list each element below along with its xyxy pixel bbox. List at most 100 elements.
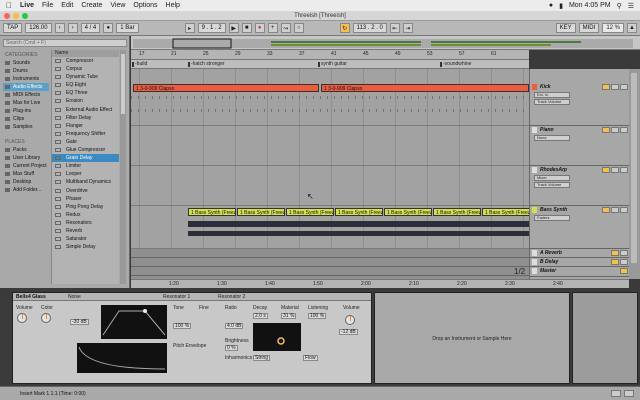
- scroll-thumb[interactable]: [121, 54, 125, 114]
- browser-item[interactable]: Dynamic Tube: [52, 73, 119, 81]
- solo-button[interactable]: [620, 250, 628, 256]
- play-icon[interactable]: ▶: [228, 23, 239, 33]
- activator-button[interactable]: [602, 84, 610, 90]
- ratio-value[interactable]: 4.0 dB: [225, 323, 244, 329]
- place-desktop[interactable]: Desktop: [3, 178, 49, 186]
- input-type-dropdown[interactable]: Mixer: [534, 175, 570, 181]
- status-toggle-icon-2[interactable]: [624, 390, 634, 397]
- track-color-swatch[interactable]: [532, 259, 537, 265]
- brightness-value[interactable]: 0 %: [225, 345, 238, 351]
- nudge-down-icon[interactable]: ‹: [54, 23, 65, 33]
- activator-button[interactable]: [611, 259, 619, 265]
- menu-list-icon[interactable]: ☰: [628, 2, 634, 10]
- browser-item[interactable]: Phaser: [52, 195, 119, 203]
- category-clips[interactable]: Clips: [3, 115, 49, 123]
- midi-map-button[interactable]: MIDI: [578, 23, 600, 33]
- browser-item[interactable]: Erosion: [52, 97, 119, 105]
- device-chain-mixer[interactable]: [572, 292, 638, 384]
- automation-dropdown[interactable]: Track Volume: [534, 99, 570, 105]
- key-map-button[interactable]: KEY: [555, 23, 576, 33]
- place-user-library[interactable]: User Library: [3, 154, 49, 162]
- track-color-swatch[interactable]: [532, 167, 537, 173]
- menu-file[interactable]: File: [42, 2, 53, 9]
- arrangement-lanes[interactable]: 1 3-0-909 Clapso 1 3-0-909 Clapso 1 Bass…: [131, 69, 529, 267]
- nudge-up-icon[interactable]: ›: [67, 23, 78, 33]
- device-title[interactable]: Bells4 Glass: [16, 294, 46, 300]
- bass-clip[interactable]: 1 Bass Synth (Freeze): [188, 208, 236, 216]
- browser-item[interactable]: EQ Eight: [52, 81, 119, 89]
- arm-button[interactable]: [620, 167, 628, 173]
- activator-button[interactable]: [602, 167, 610, 173]
- file-list-header[interactable]: Name: [52, 50, 119, 57]
- locator-lane[interactable]: -build -hatch stronger synth guitar -soundw…: [131, 60, 529, 69]
- place-current-project[interactable]: Current Project: [3, 162, 49, 170]
- place-packs[interactable]: Packs: [3, 146, 49, 154]
- punch-in-icon[interactable]: ⇤: [389, 23, 400, 33]
- return-lanes[interactable]: [131, 249, 529, 279]
- instrument-drop-zone[interactable]: Drop an Instrument or Sample Here: [374, 292, 570, 384]
- menu-help[interactable]: Help: [166, 2, 180, 9]
- listening-value[interactable]: 100 %: [308, 313, 327, 319]
- browser-item[interactable]: Overdrive: [52, 187, 119, 195]
- position-field[interactable]: 9 . 1 . 2: [197, 23, 226, 33]
- track-header-b-delay[interactable]: B Delay: [530, 258, 630, 267]
- locator-marker[interactable]: -build: [131, 61, 147, 67]
- track-color-swatch[interactable]: [532, 127, 537, 133]
- track-name[interactable]: B Delay: [540, 259, 558, 265]
- category-midi-effects[interactable]: MIDI Effects: [3, 91, 49, 99]
- arm-button[interactable]: [620, 207, 628, 213]
- track-color-swatch[interactable]: [532, 250, 537, 256]
- menu-clock[interactable]: Mon 4:05 PM: [569, 2, 611, 9]
- bass-clip[interactable]: 1 Bass Synth (Freeze): [482, 208, 529, 216]
- track-header-a-reverb[interactable]: A Reverb: [530, 249, 630, 258]
- track-name[interactable]: RhodesArp: [540, 167, 567, 173]
- activator-button[interactable]: [602, 207, 610, 213]
- browser-item[interactable]: Saturator: [52, 235, 119, 243]
- track-header-piano[interactable]: Piano None: [530, 126, 630, 166]
- lane-rhodesarp[interactable]: [131, 166, 529, 206]
- loop-icon[interactable]: ↻: [339, 23, 350, 33]
- menu-app-name[interactable]: Live: [20, 2, 34, 9]
- input-type-dropdown[interactable]: Faders: [534, 215, 570, 221]
- menu-create[interactable]: Create: [81, 2, 102, 9]
- drum-clip[interactable]: 1 3-0-909 Clapso: [133, 84, 319, 92]
- locator-marker[interactable]: -hatch stronger: [188, 61, 225, 67]
- beat-ruler[interactable]: 17 21 25 29 33 37 41 45 49 53 57 61: [131, 50, 529, 60]
- track-color-swatch[interactable]: [532, 84, 537, 90]
- bass-clip[interactable]: 1 Bass Synth (Freeze): [237, 208, 285, 216]
- status-toggle-icon[interactable]: [611, 390, 621, 397]
- bass-clip[interactable]: 1 Bass Synth (Freeze): [286, 208, 334, 216]
- track-color-swatch[interactable]: [532, 207, 537, 213]
- stop-icon[interactable]: ■: [241, 23, 252, 33]
- page-fraction[interactable]: 1/2: [514, 267, 525, 276]
- category-samples[interactable]: Samples: [3, 123, 49, 131]
- category-max-for-live[interactable]: Max for Live: [3, 99, 49, 107]
- minimize-window-button[interactable]: [13, 13, 19, 19]
- browser-item[interactable]: External Audio Effect: [52, 106, 119, 114]
- instrument-device[interactable]: Bells4 Glass Noise Resonator 1 Resonator…: [12, 292, 372, 384]
- arm-button[interactable]: [620, 127, 628, 133]
- browser-item[interactable]: Corpus: [52, 65, 119, 73]
- zoom-window-button[interactable]: [22, 13, 28, 19]
- decay-value[interactable]: 2.0 s: [253, 313, 268, 319]
- browser-item[interactable]: Gate: [52, 138, 119, 146]
- solo-button[interactable]: [611, 207, 619, 213]
- browser-item[interactable]: Simple Delay: [52, 243, 119, 251]
- place-add-folder[interactable]: Add Folder...: [3, 186, 49, 194]
- browser-item[interactable]: Resonators: [52, 219, 119, 227]
- noise-envelope-display[interactable]: [101, 305, 167, 339]
- battery-icon[interactable]: ▮: [559, 2, 563, 10]
- color-knob[interactable]: [41, 313, 51, 323]
- follow-icon[interactable]: ▸: [184, 23, 195, 33]
- search-icon[interactable]: ⚲: [617, 2, 622, 10]
- input-type-dropdown[interactable]: Ext. In: [534, 92, 570, 98]
- track-name[interactable]: A Reverb: [540, 250, 562, 256]
- apple-icon[interactable]: : [6, 1, 12, 10]
- track-name[interactable]: Piano: [540, 127, 554, 133]
- noise-volume-value[interactable]: -30 dB: [70, 319, 89, 325]
- flow-dropdown[interactable]: Flow: [303, 355, 318, 361]
- browser-scrollbar[interactable]: [120, 50, 126, 284]
- meter-field[interactable]: 4 / 4: [80, 23, 101, 33]
- pitch-envelope-display[interactable]: [77, 343, 167, 373]
- browser-item[interactable]: Compressor: [52, 57, 119, 65]
